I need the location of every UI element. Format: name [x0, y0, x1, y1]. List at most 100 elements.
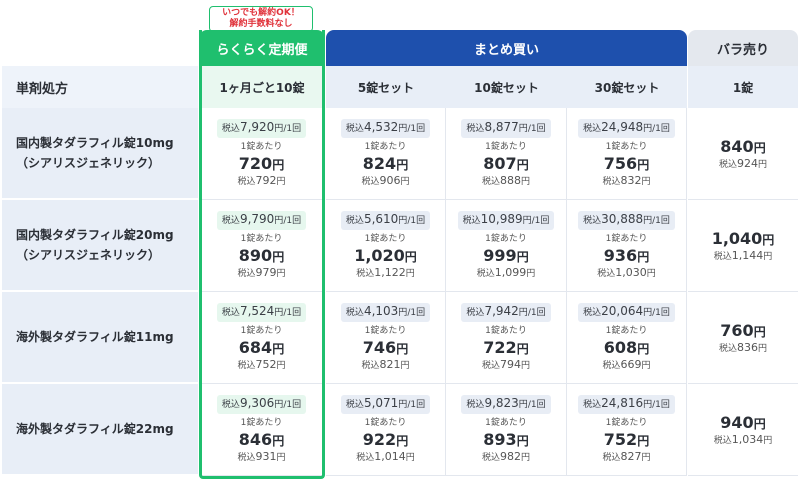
single-price-with-tax: 税込924円 [719, 157, 767, 171]
yen-unit: 円 [643, 308, 653, 318]
total-price-value: 20,064 [601, 304, 644, 318]
tax-included-label: 税込 [602, 453, 621, 463]
total-price-badge: 税込9,823円/1回 [461, 395, 551, 414]
yen-unit: 円 [522, 216, 532, 226]
total-price-badge: 税込5,610円/1回 [340, 211, 431, 230]
subheader-subscription-label: 1ヶ月ごと10錠 [219, 80, 305, 95]
yen-unit: 円 [274, 216, 284, 226]
tax-included-label: 税込 [602, 177, 621, 187]
unit-price-tax-value: 821 [379, 358, 401, 371]
product-name-cell: 海外製タダラフィル錠22mg [2, 384, 198, 476]
unit-price-value: 746 [362, 338, 397, 357]
unit-price-with-tax: 税込821円 [361, 359, 409, 372]
total-price-value: 9,306 [239, 396, 275, 410]
bulk-price-cell: 税込10,989円/1回 1錠あたり 999円 税込1,099円 [446, 200, 567, 292]
subheader-bulk30: 30錠セット [567, 66, 687, 108]
single-purchase-header: バラ売り [688, 30, 798, 66]
yen-unit: 円 [276, 269, 286, 279]
total-price-value: 5,610 [363, 212, 399, 226]
yen-unit: 円 [400, 177, 410, 187]
tax-included-label: 税込 [713, 251, 732, 262]
unit-price-value: 893 [483, 430, 517, 449]
single-price-with-tax: 税込1,144円 [713, 248, 773, 263]
total-price-value: 4,532 [363, 120, 399, 134]
yen-unit: 円 [646, 269, 656, 279]
unit-price-with-tax: 税込752円 [237, 359, 285, 372]
unit-price-tax-value: 888 [500, 174, 521, 187]
unit-price-value: 846 [238, 430, 273, 449]
unit-price-with-tax: 税込669円 [602, 359, 650, 372]
unit-price: 722円 [483, 338, 528, 359]
tax-included-label: 税込 [583, 216, 602, 226]
total-price-value: 5,071 [363, 396, 399, 410]
monotherapy-header: 単剤処方 [2, 66, 198, 108]
yen-unit: 円 [763, 435, 773, 446]
unit-price: 608円 [604, 338, 649, 359]
yen-unit: 円 [637, 250, 650, 264]
bulk-price-cell: 税込24,948円/1回 1錠あたり 756円 税込832円 [567, 108, 687, 200]
single-price-tax-value: 1,034 [731, 432, 764, 446]
unit-price-with-tax: 税込979円 [237, 267, 285, 280]
tax-included-label: 税込 [583, 124, 602, 134]
unit-price-with-tax: 税込1,030円 [597, 267, 656, 280]
unit-price-value: 936 [603, 246, 638, 265]
tax-included-label: 税込 [602, 361, 621, 371]
yen-unit: 円 [398, 400, 408, 410]
unit-price-tax-value: 792 [255, 174, 277, 187]
tax-included-label: 税込 [466, 308, 485, 318]
total-price-value: 24,948 [601, 120, 644, 134]
product-name: 海外製タダラフィル錠11mg [16, 330, 174, 344]
single-price-cell: 1,040円 税込1,144円 [688, 200, 798, 292]
bulk-price-cell: 税込30,888円/1回 1錠あたり 936円 税込1,030円 [567, 200, 687, 292]
total-price-badge: 税込7,942円/1回 [461, 303, 551, 322]
unit-price-value: 722 [483, 338, 517, 357]
single-price-value: 1,040 [711, 228, 763, 248]
yen-unit: 円 [643, 216, 653, 226]
unit-price-with-tax: 税込1,014円 [356, 451, 415, 464]
unit-price-tax-value: 1,122 [374, 266, 406, 279]
subheader-bulk10: 10錠セット [446, 66, 567, 108]
tax-included-label: 税込 [345, 216, 364, 226]
yen-unit: 円 [518, 308, 528, 318]
yen-unit: 円 [516, 342, 529, 356]
total-price-value: 30,888 [601, 212, 644, 226]
yen-unit: 円 [400, 361, 410, 371]
notice-line-2: 解約手数料なし [229, 19, 293, 29]
single-price-value: 840 [720, 136, 754, 156]
yen-unit: 円 [516, 158, 529, 172]
tax-included-label: 税込 [597, 269, 616, 279]
yen-unit: 円 [753, 140, 766, 155]
total-price-badge: 税込10,989円/1回 [457, 211, 555, 230]
yen-unit: 円 [272, 158, 285, 172]
per-time-label: /1回 [407, 216, 426, 226]
subscription-price-cell: 税込7,920円/1回 1錠あたり 720円 税込792円 [199, 108, 325, 200]
total-price-value: 24,816 [601, 396, 644, 410]
tax-included-label: 税込 [481, 361, 500, 371]
unit-price-with-tax: 税込982円 [482, 451, 530, 464]
subheader-bulk5: 5錠セット [326, 66, 446, 108]
tax-included-label: 税込 [361, 361, 380, 371]
unit-price-value: 890 [238, 246, 273, 265]
subheader-bulk10-label: 10錠セット [474, 80, 539, 95]
yen-unit: 円 [396, 434, 409, 448]
bulk-price-cell: 税込24,816円/1回 1錠あたり 752円 税込827円 [567, 384, 687, 476]
yen-unit: 円 [521, 177, 531, 187]
yen-unit: 円 [516, 250, 529, 264]
subscription-price-cell: 税込7,524円/1回 1錠あたり 684円 税込752円 [199, 292, 325, 384]
yen-unit: 円 [272, 434, 285, 448]
bulk-price-cell: 税込8,877円/1回 1錠あたり 807円 税込888円 [446, 108, 567, 200]
bulk-purchase-title: まとめ買い [473, 42, 539, 58]
per-tablet-label: 1錠あたり [364, 418, 407, 428]
total-price-badge: 税込9,790円/1回 [216, 211, 307, 230]
total-price-value: 7,920 [239, 120, 275, 134]
per-time-label: /1回 [652, 124, 670, 134]
unit-price-value: 752 [603, 430, 638, 449]
single-price-tax-value: 1,144 [731, 248, 764, 262]
yen-unit: 円 [762, 232, 775, 247]
yen-unit: 円 [272, 250, 285, 264]
notice-line-1: いつでも解約OK！ [222, 8, 300, 18]
unit-price-with-tax: 税込1,099円 [477, 267, 536, 280]
unit-price: 752円 [604, 430, 649, 451]
single-price: 840円 [720, 137, 765, 158]
total-price-badge: 税込4,532円/1回 [340, 119, 431, 138]
